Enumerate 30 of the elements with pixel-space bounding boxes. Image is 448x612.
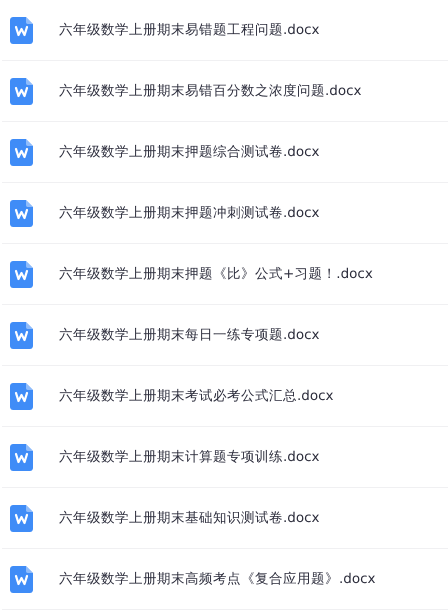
word-document-icon — [10, 382, 33, 410]
file-row[interactable]: 六年级数学上册期末押题《比》公式+习题！.docx — [2, 244, 448, 305]
file-row[interactable]: 六年级数学上册期末易错百分数之浓度问题.docx — [2, 61, 448, 122]
file-row[interactable]: 六年级数学上册期末易错题工程问题.docx — [2, 0, 448, 61]
file-row[interactable]: 六年级数学上册期末每日一练专项题.docx — [2, 305, 448, 366]
file-row[interactable]: 六年级数学上册期末高频考点《复合应用题》.docx — [2, 549, 448, 610]
word-document-icon — [10, 138, 33, 166]
word-document-icon — [10, 444, 33, 470]
word-document-icon — [10, 260, 33, 288]
word-document-icon — [10, 504, 33, 532]
file-row[interactable]: 六年级数学上册期末押题冲刺测试卷.docx — [2, 183, 448, 244]
word-document-icon — [10, 322, 33, 348]
word-document-icon — [10, 200, 33, 226]
file-row[interactable]: 六年级数学上册期末基础知识测试卷.docx — [2, 488, 448, 549]
file-name: 六年级数学上册期末易错百分数之浓度问题.docx — [59, 82, 362, 100]
file-name: 六年级数学上册期末每日一练专项题.docx — [59, 326, 320, 344]
file-row[interactable]: 六年级数学上册期末计算题专项训练.docx — [2, 427, 448, 488]
file-name: 六年级数学上册期末押题《比》公式+习题！.docx — [59, 265, 373, 283]
file-name: 六年级数学上册期末押题冲刺测试卷.docx — [59, 204, 320, 222]
file-name: 六年级数学上册期末易错题工程问题.docx — [59, 21, 320, 39]
file-name: 六年级数学上册期末考试必考公式汇总.docx — [59, 387, 334, 405]
word-document-icon — [10, 16, 33, 44]
file-name: 六年级数学上册期末押题综合测试卷.docx — [59, 143, 320, 161]
file-name: 六年级数学上册期末计算题专项训练.docx — [59, 448, 320, 466]
file-row[interactable]: 六年级数学上册期末考试必考公式汇总.docx — [2, 366, 448, 427]
file-name: 六年级数学上册期末基础知识测试卷.docx — [59, 509, 320, 527]
file-row[interactable]: 六年级数学上册期末押题综合测试卷.docx — [2, 122, 448, 183]
file-name: 六年级数学上册期末高频考点《复合应用题》.docx — [59, 570, 376, 588]
word-document-icon — [10, 78, 33, 104]
word-document-icon — [10, 566, 33, 592]
